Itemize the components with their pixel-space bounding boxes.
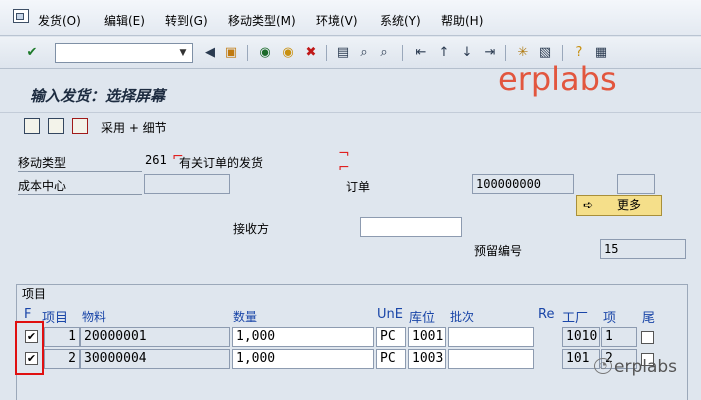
quantity-field[interactable]: 1,000 bbox=[232, 349, 374, 369]
copy-icon[interactable] bbox=[72, 118, 88, 134]
reservation-field[interactable]: 15 bbox=[600, 239, 686, 259]
toolbar-separator bbox=[402, 45, 403, 61]
menu-edit[interactable]: 编辑(E) bbox=[104, 12, 145, 29]
quantity-field[interactable]: 1,000 bbox=[232, 327, 374, 347]
cancel-icon[interactable]: ✖ bbox=[302, 44, 320, 62]
storage-location-field[interactable]: 1003 bbox=[408, 349, 446, 369]
bracket-mark: ⌐ bbox=[338, 160, 350, 176]
first-page-icon[interactable]: ⇤ bbox=[412, 44, 430, 62]
previous-page-icon[interactable]: ↑ bbox=[435, 44, 453, 62]
material-field[interactable]: 20000001 bbox=[80, 327, 230, 347]
menu-movement-type[interactable]: 移动类型(M) bbox=[228, 12, 296, 29]
arrow-right-icon: ➪ bbox=[583, 198, 594, 212]
command-dropdown-icon[interactable]: ▼ bbox=[175, 44, 191, 62]
order-field[interactable]: 100000000 bbox=[472, 174, 574, 194]
storage-location-field[interactable]: 1001 bbox=[408, 327, 446, 347]
col-re[interactable]: Re bbox=[538, 307, 554, 322]
watermark-bottom: erplabs bbox=[614, 357, 678, 377]
exit-icon[interactable]: ◉ bbox=[279, 44, 297, 62]
more-button-label: 更多 bbox=[617, 198, 642, 212]
unit-field[interactable]: PC bbox=[376, 327, 406, 347]
order-extra-field[interactable] bbox=[617, 174, 655, 194]
wechat-icon: ◔ bbox=[594, 358, 612, 374]
menu-help[interactable]: 帮助(H) bbox=[441, 12, 483, 29]
toolbar-separator bbox=[247, 45, 248, 61]
next-page-icon[interactable]: ↓ bbox=[458, 44, 476, 62]
line-field[interactable]: 1 bbox=[601, 327, 637, 347]
menu-goto[interactable]: 转到(G) bbox=[165, 12, 208, 29]
toolbar-separator bbox=[326, 45, 327, 61]
find-next-icon[interactable]: ⌕ bbox=[375, 44, 393, 62]
item-number: 1 bbox=[44, 327, 80, 347]
adopt-details-button[interactable]: 采用 + 细节 bbox=[101, 119, 167, 136]
find-icon[interactable]: ⌕ bbox=[355, 44, 373, 62]
col-batch[interactable]: 批次 bbox=[450, 308, 474, 325]
recipient-field[interactable] bbox=[360, 217, 462, 237]
col-plant[interactable]: 工厂 bbox=[562, 307, 588, 326]
batch-field[interactable] bbox=[448, 327, 534, 347]
watermark: erplabs bbox=[498, 60, 617, 98]
cost-center-field[interactable] bbox=[144, 174, 230, 194]
menu-environment[interactable]: 环境(V) bbox=[316, 12, 358, 29]
col-unit[interactable]: UnE bbox=[377, 307, 403, 322]
unit-field[interactable]: PC bbox=[376, 349, 406, 369]
command-field[interactable] bbox=[55, 43, 193, 63]
selection-highlight-box bbox=[15, 321, 44, 375]
movement-type-value: 261 bbox=[145, 153, 167, 167]
col-flag[interactable]: F bbox=[24, 307, 31, 322]
toolbar-separator bbox=[562, 45, 563, 61]
adopt-icon[interactable] bbox=[24, 118, 40, 134]
more-button[interactable]: ➪ 更多 bbox=[576, 195, 662, 216]
check-icon[interactable]: ✔ bbox=[23, 44, 41, 62]
detail-icon[interactable] bbox=[48, 118, 64, 134]
cost-center-label: 成本中心 bbox=[18, 177, 142, 195]
recipient-label: 接收方 bbox=[233, 222, 270, 236]
batch-field[interactable] bbox=[448, 349, 534, 369]
system-menu-icon[interactable] bbox=[13, 9, 29, 23]
col-storage-location[interactable]: 库位 bbox=[409, 307, 435, 326]
reservation-label: 预留编号 bbox=[474, 244, 523, 258]
plant-field[interactable]: 1010 bbox=[562, 327, 600, 347]
material-field[interactable]: 30000004 bbox=[80, 349, 230, 369]
items-group-title: 项目 bbox=[22, 287, 47, 301]
print-icon[interactable]: ▤ bbox=[334, 44, 352, 62]
col-final[interactable]: 尾 bbox=[642, 307, 655, 326]
item-number: 2 bbox=[44, 349, 80, 369]
col-material[interactable]: 物料 bbox=[82, 308, 106, 325]
last-page-icon[interactable]: ⇥ bbox=[481, 44, 499, 62]
movement-type-label: 移动类型 bbox=[18, 154, 142, 172]
final-issue-checkbox[interactable] bbox=[641, 331, 654, 344]
toolbar-separator bbox=[505, 45, 506, 61]
col-item[interactable]: 项目 bbox=[42, 307, 68, 326]
save-icon[interactable]: ▣ bbox=[222, 44, 240, 62]
menu-system[interactable]: 系统(Y) bbox=[380, 12, 421, 29]
col-line[interactable]: 项 bbox=[603, 307, 616, 326]
back-arrow-icon[interactable]: ◀ bbox=[201, 44, 219, 62]
order-label: 订单 bbox=[346, 180, 371, 194]
col-quantity[interactable]: 数量 bbox=[233, 308, 257, 325]
movement-type-description: 有关订单的发货 bbox=[179, 156, 264, 170]
menu-goods-issue[interactable]: 发货(O) bbox=[38, 12, 81, 29]
green-back-icon[interactable]: ◉ bbox=[256, 44, 274, 62]
page-title: 输入发货：选择屏幕 bbox=[30, 87, 166, 105]
